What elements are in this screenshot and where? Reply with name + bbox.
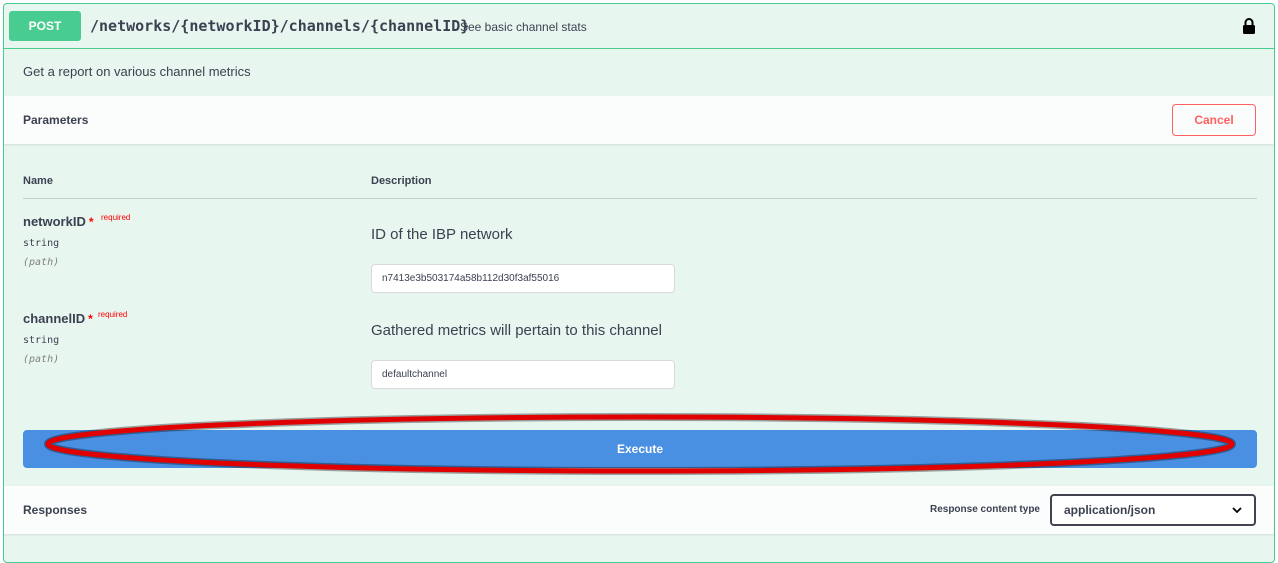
operation-description: Get a report on various channel metrics	[23, 64, 251, 79]
cancel-button[interactable]: Cancel	[1172, 104, 1256, 136]
response-content-type-value: application/json	[1064, 503, 1156, 517]
param-in-channelid: (path)	[23, 354, 60, 365]
header-divider	[23, 198, 1257, 199]
responses-header: Responses Response content type applicat…	[4, 486, 1274, 534]
required-star: *	[88, 312, 93, 326]
parameters-header: Parameters Cancel	[4, 96, 1274, 144]
param-description-networkid: ID of the IBP network	[371, 226, 513, 243]
networkid-input[interactable]	[371, 264, 675, 293]
required-label: required	[98, 310, 128, 319]
param-name-channelid: channelID *	[23, 311, 93, 326]
param-name-networkid: networkID *	[23, 214, 94, 229]
endpoint-path: /networks/{networkID}/channels/{channelI…	[90, 17, 470, 35]
column-header-name: Name	[23, 175, 53, 187]
param-in-networkid: (path)	[23, 257, 60, 268]
lock-icon[interactable]	[1242, 17, 1256, 35]
required-label: required	[101, 213, 131, 222]
operation-block: POST /networks/{networkID}/channels/{cha…	[3, 3, 1275, 563]
operation-summary[interactable]: POST /networks/{networkID}/channels/{cha…	[4, 4, 1274, 49]
column-header-description: Description	[371, 175, 432, 187]
channelid-input[interactable]	[371, 360, 675, 389]
responses-title: Responses	[23, 503, 88, 517]
operation-summary-text: See basic channel stats	[460, 20, 587, 34]
param-description-channelid: Gathered metrics will pertain to this ch…	[371, 322, 662, 339]
param-type-networkid: string	[23, 238, 60, 249]
method-badge: POST	[9, 11, 81, 41]
response-content-type-label: Response content type	[929, 504, 1040, 515]
response-content-type-select[interactable]: application/json	[1050, 494, 1256, 526]
param-type-channelid: string	[23, 335, 60, 346]
required-star: *	[88, 215, 94, 229]
execute-button[interactable]: Execute	[23, 430, 1257, 468]
parameters-title: Parameters	[23, 113, 89, 127]
chevron-down-icon	[1232, 507, 1242, 513]
